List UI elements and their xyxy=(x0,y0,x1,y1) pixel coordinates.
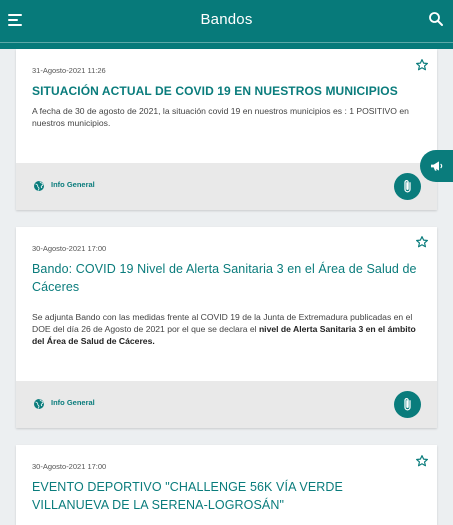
post-title[interactable]: Bando: COVID 19 Nivel de Alerta Sanitari… xyxy=(32,260,417,296)
post-date: 30-Agosto-2021 17:00 xyxy=(32,244,107,253)
star-outline-icon[interactable] xyxy=(415,454,429,468)
category-link[interactable]: Info General xyxy=(51,180,95,189)
app-bar-extension xyxy=(0,40,453,49)
post-footer: Info General xyxy=(16,381,437,428)
star-outline-icon[interactable] xyxy=(415,235,429,249)
star-outline-icon[interactable] xyxy=(415,58,429,72)
post-date: 31-Agosto-2021 11:26 xyxy=(32,66,106,75)
globe-icon xyxy=(34,399,44,409)
category-link[interactable]: Info General xyxy=(51,398,95,407)
app-title: Bandos xyxy=(200,11,253,28)
paperclip-icon xyxy=(404,180,411,193)
app-bar: Bandos xyxy=(0,0,453,40)
attachment-button[interactable] xyxy=(394,173,421,200)
announcements-button[interactable] xyxy=(420,150,453,182)
attachment-button[interactable] xyxy=(394,391,421,418)
post-title[interactable]: SITUACIÓN ACTUAL DE COVID 19 EN NUESTROS… xyxy=(32,82,417,100)
post-card[interactable]: 30-Agosto-2021 17:00 EVENTO DEPORTIVO "C… xyxy=(16,445,437,525)
post-title[interactable]: EVENTO DEPORTIVO "CHALLENGE 56K VÍA VERD… xyxy=(32,478,417,514)
post-date: 30-Agosto-2021 17:00 xyxy=(32,462,107,471)
megaphone-icon xyxy=(431,161,443,171)
post-footer: Info General xyxy=(16,163,437,210)
paperclip-icon xyxy=(404,398,411,411)
post-body: Se adjunta Bando con las medidas frente … xyxy=(32,311,421,347)
post-card[interactable]: 31-Agosto-2021 11:26 SITUACIÓN ACTUAL DE… xyxy=(16,49,437,210)
post-card[interactable]: 30-Agosto-2021 17:00 Bando: COVID 19 Niv… xyxy=(16,227,437,428)
globe-icon xyxy=(34,181,44,191)
post-body: A fecha de 30 de agosto de 2021, la situ… xyxy=(32,106,409,128)
search-icon[interactable] xyxy=(427,10,445,28)
